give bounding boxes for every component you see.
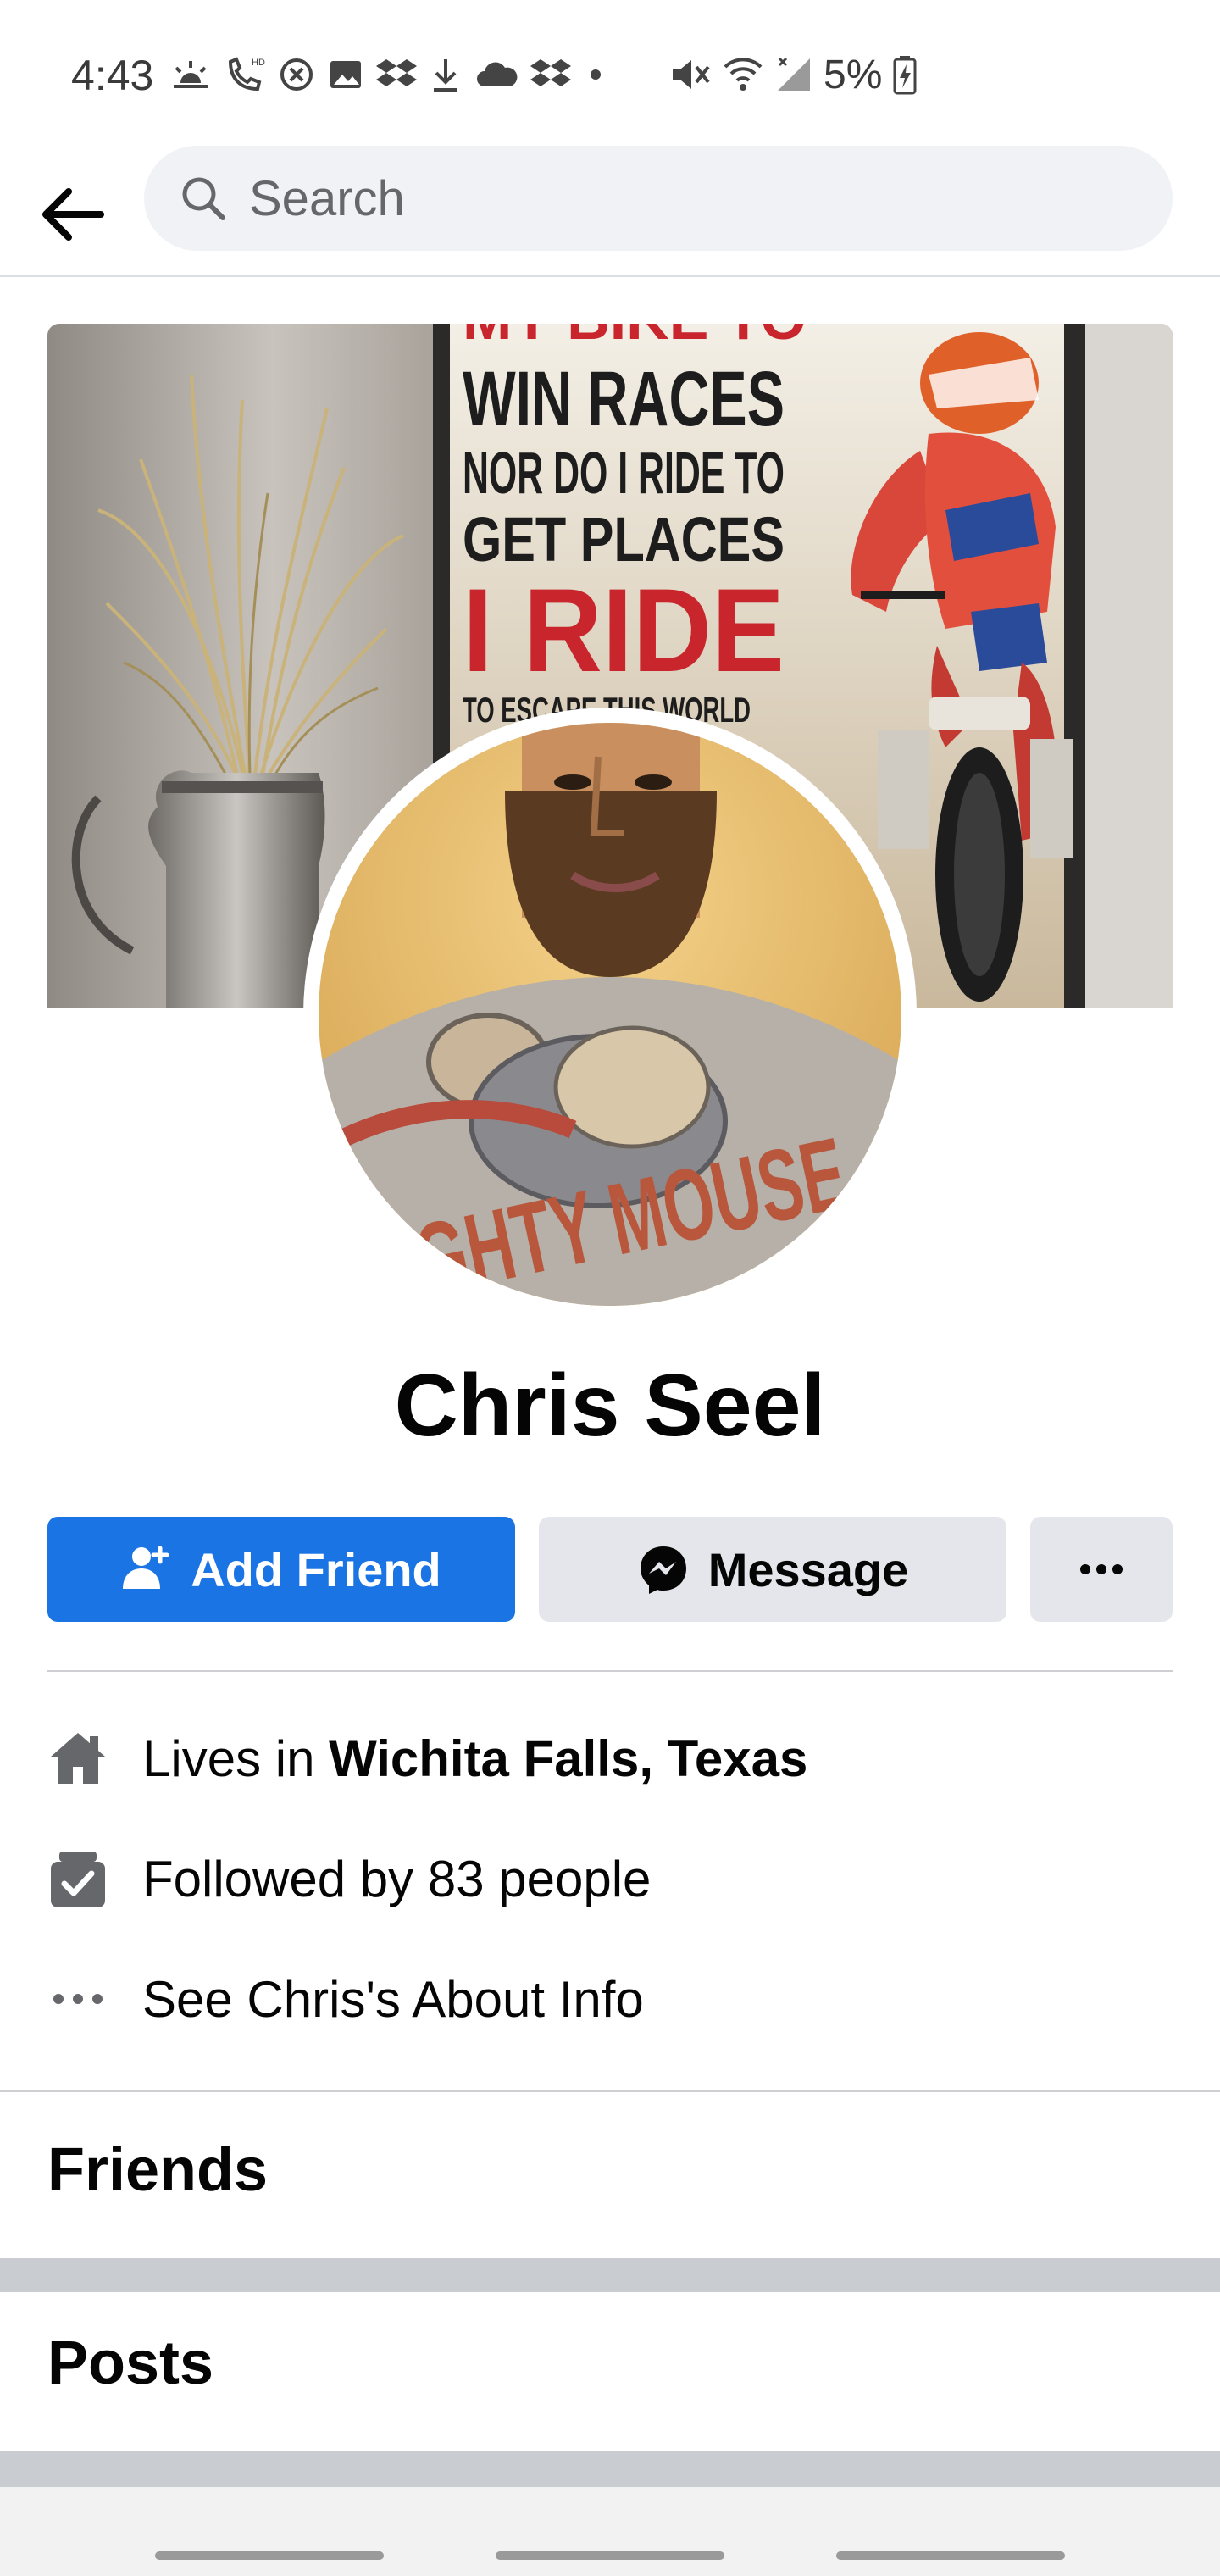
- signal-icon: [778, 57, 810, 91]
- followers-icon: [47, 1848, 108, 1909]
- cover-text-line3: NOR DO I RIDE TO: [463, 440, 785, 506]
- about-info-text: See Chris's About Info: [142, 1970, 644, 2028]
- ellipsis-icon: [1080, 1564, 1123, 1574]
- followers-text: Followed by 83 people: [142, 1850, 652, 1907]
- cover-text-line5: I RIDE: [463, 564, 785, 697]
- arrow-left-icon: [42, 188, 104, 241]
- phone-hd-icon: HD: [228, 57, 265, 92]
- cloud-icon: [477, 62, 518, 86]
- section-separator-band: [0, 2258, 1220, 2292]
- add-person-icon: [121, 1545, 172, 1594]
- dropbox-icon: [530, 59, 571, 86]
- cover-text-line1: MY BIKE TO: [463, 324, 807, 352]
- system-nav-bar: [0, 2487, 1220, 2576]
- battery-charging-icon: [893, 56, 917, 95]
- wifi-icon: [724, 58, 762, 91]
- intro-followers[interactable]: Followed by 83 people: [47, 1840, 1173, 1917]
- nav-home[interactable]: [496, 2551, 724, 2560]
- cover-text-line2: WIN RACES: [463, 356, 785, 442]
- more-options-button[interactable]: [1030, 1517, 1173, 1622]
- divider: [47, 1670, 1173, 1672]
- home-icon: [47, 1728, 108, 1789]
- status-icons-left: HD: [169, 49, 608, 100]
- dot-icon: [591, 69, 601, 80]
- search-input[interactable]: Search: [144, 146, 1173, 251]
- intro-about-link[interactable]: See Chris's About Info: [47, 1961, 1173, 2037]
- posts-heading: Posts: [47, 2329, 214, 2397]
- search-header: Search: [0, 144, 1220, 277]
- dropbox-icon: [376, 59, 417, 86]
- intro-lives-in: Lives in Wichita Falls, Texas: [47, 1720, 1173, 1796]
- lives-in-prefix: Lives in: [142, 1729, 330, 1787]
- mute-icon: [673, 60, 710, 89]
- weather-sunrise-icon: [174, 61, 208, 88]
- download-icon: [434, 59, 458, 92]
- gallery-icon: [330, 61, 361, 88]
- add-friend-label: Add Friend: [191, 1542, 441, 1596]
- blocked-icon: [280, 58, 313, 91]
- section-separator-band: [0, 2451, 1220, 2487]
- status-time: 4:43: [71, 52, 154, 99]
- svg-text:HD: HD: [252, 58, 265, 68]
- back-button[interactable]: [34, 176, 110, 253]
- section-divider: [0, 2090, 1220, 2092]
- lives-in-location[interactable]: Wichita Falls, Texas: [329, 1729, 807, 1788]
- nav-back[interactable]: [836, 2551, 1065, 2560]
- nav-recent-apps[interactable]: [155, 2551, 384, 2560]
- status-icons-right: 5%: [669, 49, 918, 100]
- messenger-icon: [637, 1543, 690, 1596]
- profile-avatar[interactable]: MIGHTY MOUSE: [319, 723, 901, 1306]
- message-button[interactable]: Message: [539, 1517, 1006, 1622]
- friends-heading[interactable]: Friends: [47, 2135, 268, 2205]
- profile-name: Chris Seel: [394, 1357, 826, 1455]
- message-label: Message: [707, 1542, 909, 1596]
- status-bar: 4:43 HD 5%: [0, 0, 1220, 144]
- profile-photo-image: MIGHTY MOUSE: [319, 723, 901, 1306]
- search-icon: [178, 173, 229, 224]
- add-friend-button[interactable]: Add Friend: [47, 1517, 515, 1622]
- more-dots-icon: [47, 1968, 108, 2029]
- search-placeholder: Search: [249, 170, 405, 226]
- battery-percent: 5%: [824, 52, 883, 97]
